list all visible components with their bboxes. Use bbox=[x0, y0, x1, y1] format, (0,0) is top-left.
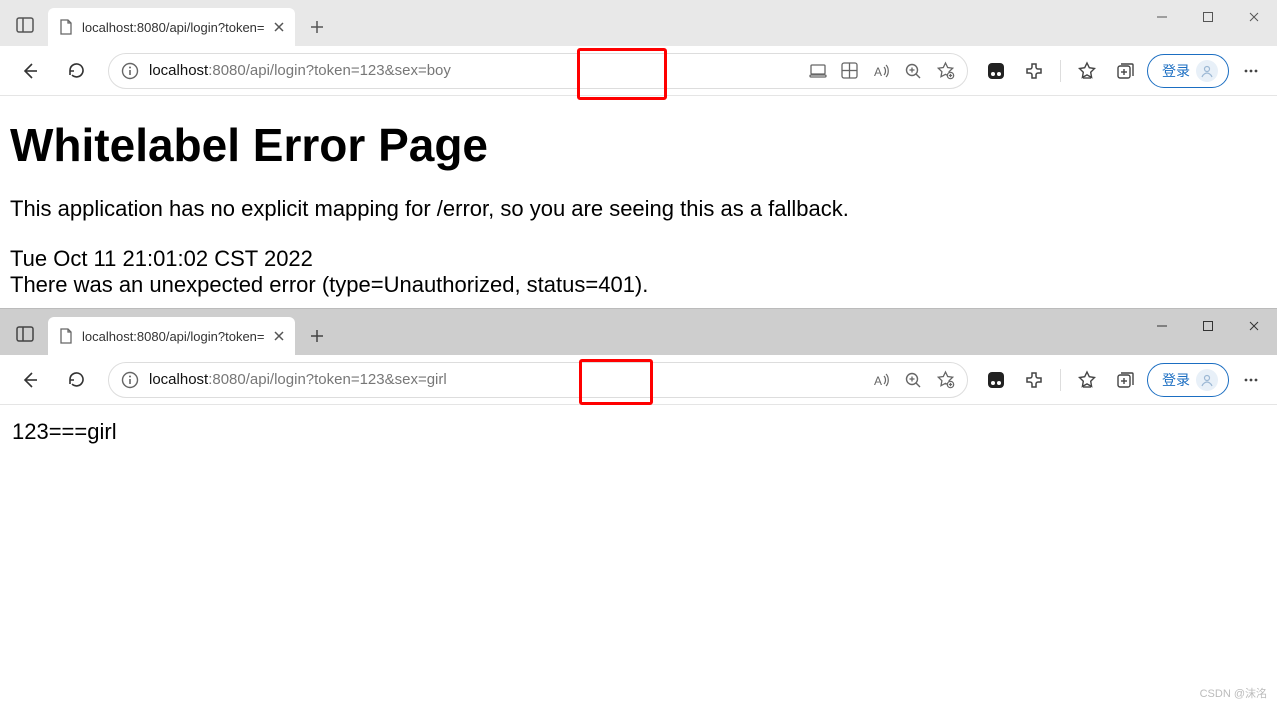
extension-2-icon[interactable] bbox=[1018, 55, 1050, 87]
more-button[interactable] bbox=[1235, 55, 1267, 87]
refresh-button[interactable] bbox=[56, 360, 96, 400]
favorites-icon[interactable] bbox=[1071, 364, 1103, 396]
zoom-icon[interactable] bbox=[904, 62, 922, 80]
extension-1-icon[interactable] bbox=[980, 364, 1012, 396]
browser-tab[interactable]: localhost:8080/api/login?token= bbox=[48, 317, 295, 355]
tab-strip: localhost:8080/api/login?token= bbox=[0, 0, 1277, 46]
close-window-button[interactable] bbox=[1231, 0, 1277, 34]
address-bar[interactable]: localhost:8080/api/login?token=123&sex=b… bbox=[108, 53, 968, 89]
minimize-button[interactable] bbox=[1139, 0, 1185, 34]
svg-text:A: A bbox=[874, 65, 882, 79]
favorite-icon[interactable] bbox=[936, 61, 955, 80]
tab-title: localhost:8080/api/login?token= bbox=[82, 329, 265, 344]
error-detail: There was an unexpected error (type=Unau… bbox=[10, 272, 1267, 298]
favorite-icon[interactable] bbox=[936, 370, 955, 389]
browser-tab[interactable]: localhost:8080/api/login?token= bbox=[48, 8, 295, 46]
back-button[interactable] bbox=[10, 360, 50, 400]
url-text: localhost:8080/api/login?token=123&sex=b… bbox=[149, 62, 799, 79]
desktop-icon[interactable] bbox=[809, 62, 827, 80]
read-aloud-icon[interactable]: A bbox=[872, 371, 890, 389]
read-aloud-icon[interactable]: A bbox=[872, 62, 890, 80]
favorites-icon[interactable] bbox=[1071, 55, 1103, 87]
page-content-2: 123===girl bbox=[0, 405, 1277, 459]
page-content-1: Whitelabel Error Page This application h… bbox=[0, 96, 1277, 308]
collections-icon[interactable] bbox=[1109, 55, 1141, 87]
error-message: This application has no explicit mapping… bbox=[10, 196, 1267, 222]
collections-icon[interactable] bbox=[1109, 364, 1141, 396]
login-button[interactable]: 登录 bbox=[1147, 363, 1229, 397]
url-text: localhost:8080/api/login?token=123&sex=g… bbox=[149, 371, 862, 388]
grid-icon[interactable] bbox=[841, 62, 858, 79]
address-bar[interactable]: localhost:8080/api/login?token=123&sex=g… bbox=[108, 362, 968, 398]
svg-text:A: A bbox=[874, 374, 882, 388]
new-tab-button[interactable] bbox=[301, 320, 333, 352]
close-window-button[interactable] bbox=[1231, 309, 1277, 343]
browser-window-2: localhost:8080/api/login?token= localhos… bbox=[0, 308, 1277, 459]
page-icon bbox=[58, 328, 74, 344]
response-body: 123===girl bbox=[12, 419, 1265, 445]
login-label: 登录 bbox=[1162, 61, 1190, 81]
divider bbox=[1060, 60, 1061, 82]
watermark: CSDN @沫洺 bbox=[1200, 685, 1267, 701]
error-heading: Whitelabel Error Page bbox=[10, 118, 1267, 172]
tab-actions-button[interactable] bbox=[8, 8, 42, 42]
minimize-button[interactable] bbox=[1139, 309, 1185, 343]
back-button[interactable] bbox=[10, 51, 50, 91]
extension-1-icon[interactable] bbox=[980, 55, 1012, 87]
close-tab-icon[interactable] bbox=[273, 330, 285, 342]
site-info-icon[interactable] bbox=[121, 371, 139, 389]
close-tab-icon[interactable] bbox=[273, 21, 285, 33]
error-timestamp: Tue Oct 11 21:01:02 CST 2022 bbox=[10, 246, 1267, 272]
toolbar: localhost:8080/api/login?token=123&sex=b… bbox=[0, 46, 1277, 96]
login-button[interactable]: 登录 bbox=[1147, 54, 1229, 88]
extension-2-icon[interactable] bbox=[1018, 364, 1050, 396]
browser-window-1: localhost:8080/api/login?token= localhos… bbox=[0, 0, 1277, 308]
avatar-icon bbox=[1196, 60, 1218, 82]
window-controls bbox=[1139, 0, 1277, 40]
refresh-button[interactable] bbox=[56, 51, 96, 91]
tab-title: localhost:8080/api/login?token= bbox=[82, 20, 265, 35]
avatar-icon bbox=[1196, 369, 1218, 391]
more-button[interactable] bbox=[1235, 364, 1267, 396]
login-label: 登录 bbox=[1162, 370, 1190, 390]
tab-actions-button[interactable] bbox=[8, 317, 42, 351]
maximize-button[interactable] bbox=[1185, 309, 1231, 343]
window-controls bbox=[1139, 309, 1277, 349]
zoom-icon[interactable] bbox=[904, 371, 922, 389]
tab-strip: localhost:8080/api/login?token= bbox=[0, 309, 1277, 355]
page-icon bbox=[58, 19, 74, 35]
maximize-button[interactable] bbox=[1185, 0, 1231, 34]
site-info-icon[interactable] bbox=[121, 62, 139, 80]
toolbar: localhost:8080/api/login?token=123&sex=g… bbox=[0, 355, 1277, 405]
new-tab-button[interactable] bbox=[301, 11, 333, 43]
divider bbox=[1060, 369, 1061, 391]
